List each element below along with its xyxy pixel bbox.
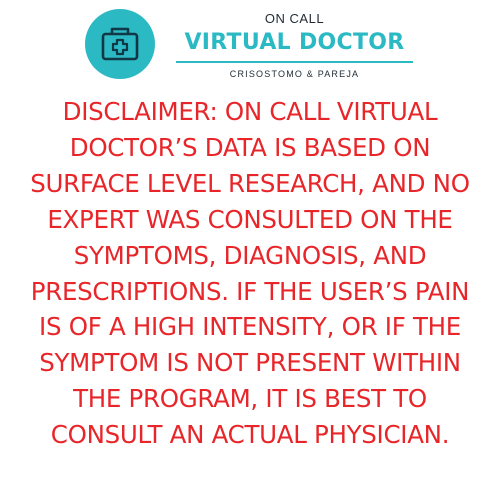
disclaimer-line: SYMPTOMS, DIAGNOSIS, AND (73, 240, 427, 270)
disclaimer-text: DISCLAIMER: ON CALL VIRTUAL DOCTOR’S DAT… (2, 94, 498, 453)
brand-authors: CRISOSTOMO & PAREJA (229, 69, 360, 79)
disclaimer-line: THE PROGRAM, IT IS BEST TO (73, 384, 427, 414)
disclaimer-line: CONSULT AN ACTUAL PHYSICIAN. (50, 420, 450, 450)
disclaimer-line: SYMPTOM IS NOT PRESENT WITHIN (39, 348, 461, 378)
disclaimer-page: ON CALL VIRTUAL DOCTOR CRISOSTOMO & PARE… (0, 0, 500, 500)
medical-kit-icon (101, 27, 139, 61)
disclaimer-line: PRESCRIPTIONS. IF THE USER’S PAIN (30, 276, 470, 306)
disclaimer-line: IS OF A HIGH INTENSITY, OR IF THE (39, 312, 461, 342)
brand-divider (176, 61, 413, 63)
disclaimer-line: DOCTOR’S DATA IS BASED ON (69, 132, 431, 162)
disclaimer-line: DISCLAIMER: ON CALL VIRTUAL (62, 97, 438, 126)
logo (85, 9, 155, 79)
brand-title: VIRTUAL DOCTOR (184, 30, 405, 55)
brand-subtitle: ON CALL (264, 11, 325, 26)
disclaimer-line: SURFACE LEVEL RESEARCH, AND NO (30, 168, 470, 198)
disclaimer-line: EXPERT WAS CONSULTED ON THE (47, 204, 453, 234)
